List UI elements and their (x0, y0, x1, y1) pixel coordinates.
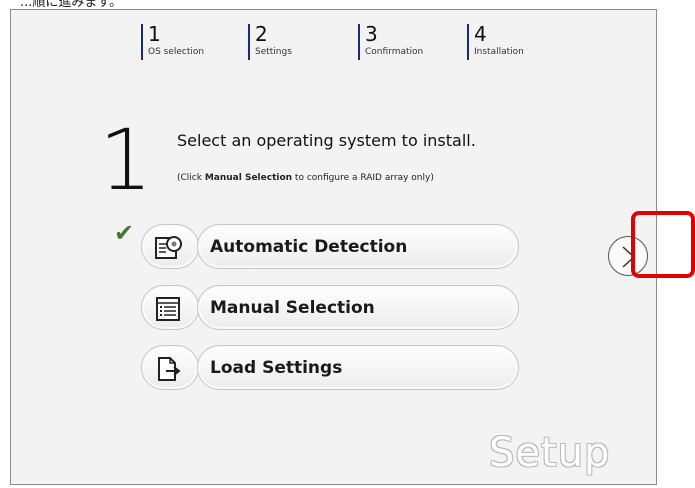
option-label: Load Settings (210, 358, 343, 378)
option-icon-button[interactable] (141, 285, 199, 330)
step-label: Confirmation (365, 47, 424, 57)
step-label: Settings (255, 47, 292, 57)
auto-detect-disk-icon (155, 236, 182, 259)
selected-check-icon: ✔ (114, 219, 135, 247)
manual-selection-option[interactable]: Manual Selection (141, 285, 519, 330)
step-indicator: 1 OS selection 2 Settings 3 Confirmation… (11, 24, 656, 60)
setup-window: 1 OS selection 2 Settings 3 Confirmation… (10, 9, 657, 485)
instruction-heading: Select an operating system to install. (177, 131, 476, 150)
step-label: Installation (474, 47, 524, 57)
note-bold: Manual Selection (204, 173, 293, 183)
instruction-note: (Click Manual Selection to configure a R… (177, 173, 434, 183)
load-file-icon (158, 357, 181, 381)
step-installation: 4 Installation (467, 24, 524, 60)
step-number: 3 (365, 22, 378, 46)
list-icon (156, 297, 180, 321)
option-label: Automatic Detection (210, 237, 408, 257)
step-label: OS selection (148, 47, 205, 57)
step-number: 2 (255, 22, 268, 46)
automatic-detection-button[interactable]: Automatic Detection (197, 224, 519, 269)
note-suffix: to configure a RAID array only) (292, 173, 434, 183)
note-prefix: (Click (177, 173, 205, 183)
load-settings-option[interactable]: Load Settings (141, 345, 519, 390)
current-step-number: 1 (99, 111, 153, 209)
automatic-detection-option[interactable]: Automatic Detection (141, 224, 519, 269)
option-icon-button[interactable] (141, 345, 199, 390)
step-settings: 2 Settings (248, 24, 292, 60)
step-number: 1 (148, 22, 161, 46)
step-os-selection: 1 OS selection (141, 24, 204, 60)
setup-logo: Setup (489, 430, 611, 476)
step-confirmation: 3 Confirmation (358, 24, 423, 60)
option-icon-button[interactable] (141, 224, 199, 269)
load-settings-button[interactable]: Load Settings (197, 345, 519, 390)
manual-selection-button[interactable]: Manual Selection (197, 285, 519, 330)
highlight-annotation (631, 211, 695, 278)
step-number: 4 (474, 22, 487, 46)
option-label: Manual Selection (210, 298, 375, 318)
